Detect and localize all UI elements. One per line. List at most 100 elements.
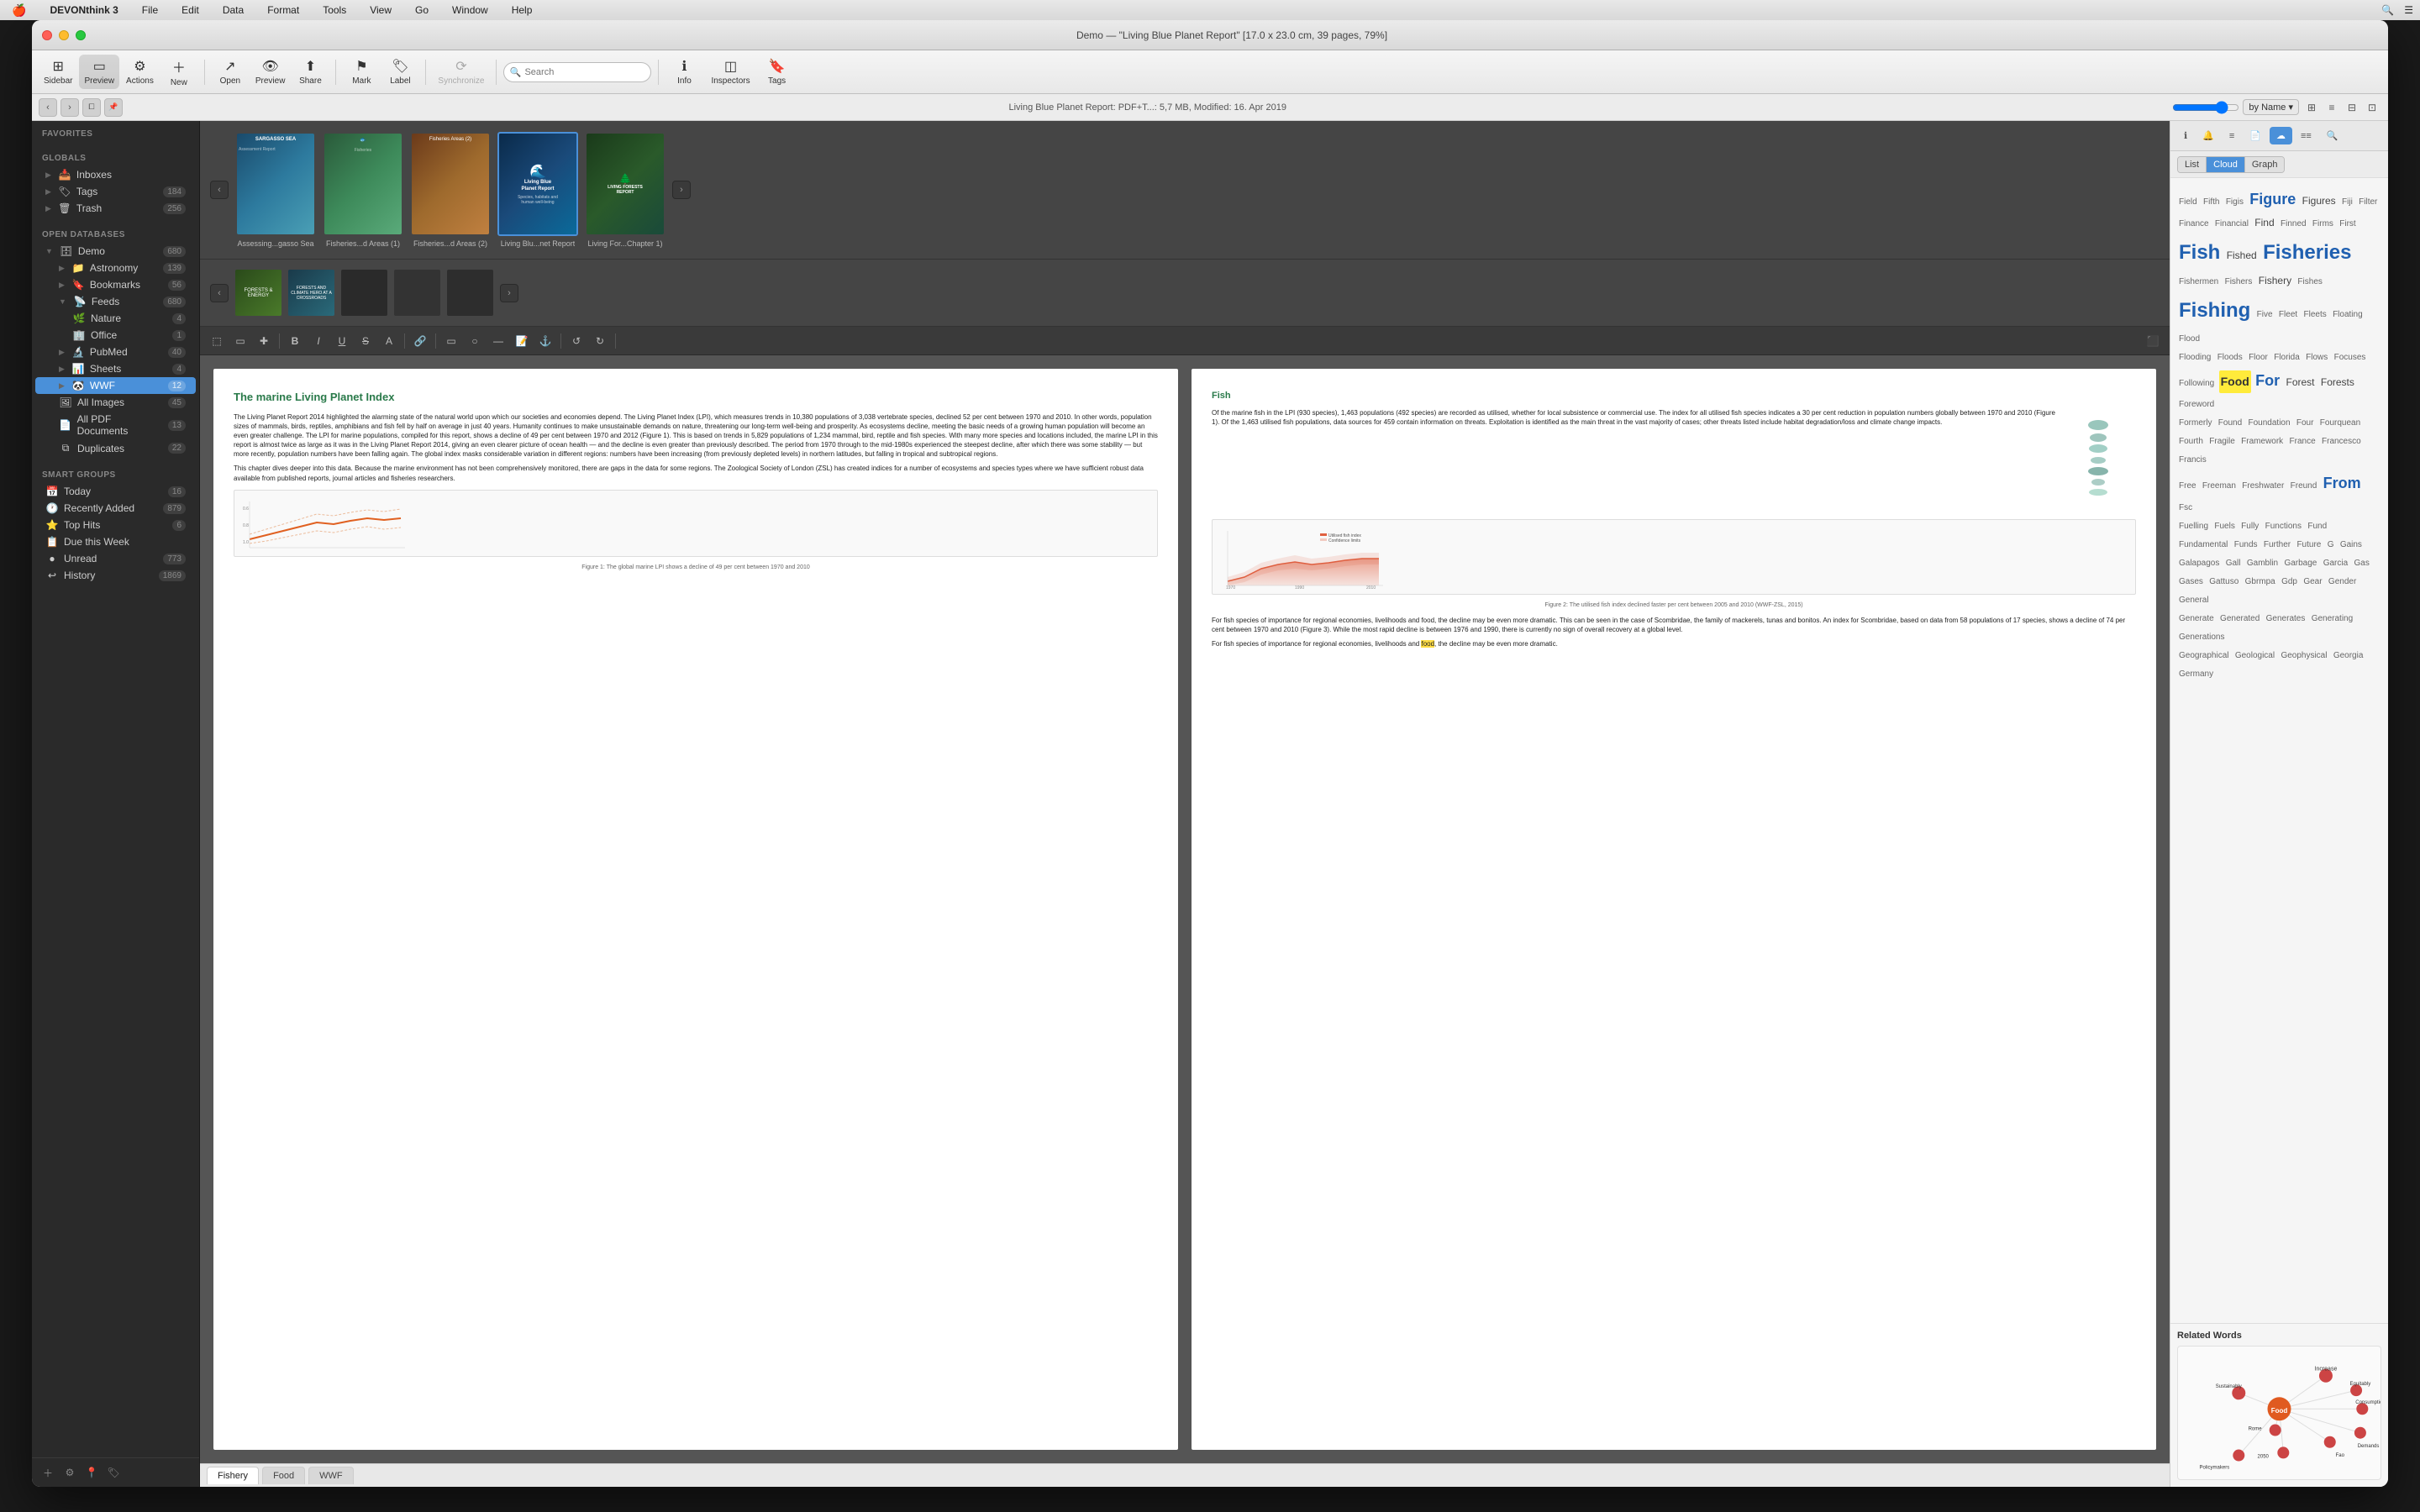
wc-foreword[interactable]: Foreword	[2177, 396, 2216, 413]
wc-gases[interactable]: Gases	[2177, 574, 2205, 591]
thumb-item-assessing[interactable]: SARGASSO SEA Assessment Report Assessing…	[235, 132, 316, 248]
doc-tab-food[interactable]: Food	[262, 1467, 305, 1484]
sidebar-item-recently-added[interactable]: 🕐 Recently Added 879	[35, 500, 196, 517]
tools-menu[interactable]: Tools	[318, 3, 351, 18]
wc-functions[interactable]: Functions	[2264, 518, 2303, 535]
rp-tab-list[interactable]: ≡	[2223, 128, 2241, 144]
wc-floating[interactable]: Floating	[2331, 307, 2365, 323]
wc-fished[interactable]: Fished	[2225, 246, 2259, 266]
wc-free[interactable]: Free	[2177, 478, 2198, 495]
wc-fiji[interactable]: Fiji	[2340, 194, 2354, 211]
help-menu[interactable]: Help	[507, 3, 538, 18]
layers-button[interactable]: ⧠	[82, 98, 101, 117]
wc-find[interactable]: Find	[2253, 213, 2275, 234]
wc-g[interactable]: G	[2326, 537, 2336, 554]
wc-field[interactable]: Field	[2177, 194, 2199, 211]
grid-view-button[interactable]: ⊞	[2302, 98, 2321, 117]
wc-following[interactable]: Following	[2177, 375, 2216, 392]
wc-fully[interactable]: Fully	[2239, 518, 2260, 535]
wc-gender[interactable]: Gender	[2327, 574, 2358, 591]
nav-forward-button[interactable]: ›	[60, 98, 79, 117]
sidebar-item-astronomy[interactable]: ▶ 📁 Astronomy 139	[35, 260, 196, 276]
wc-generates[interactable]: Generates	[2265, 611, 2307, 627]
edit-more-button[interactable]: ⬛	[2143, 331, 2163, 351]
edit-pan-button[interactable]: ✚	[254, 331, 274, 351]
sidebar-item-today[interactable]: 📅 Today 16	[35, 483, 196, 500]
nav-back-button[interactable]: ‹	[39, 98, 57, 117]
synchronize-button[interactable]: ⟳ Synchronize	[433, 55, 489, 89]
columns-view-button[interactable]: ⊟	[2343, 98, 2361, 117]
wc-geophysical[interactable]: Geophysical	[2279, 648, 2328, 664]
frame-button[interactable]: ▭	[441, 331, 461, 351]
rp-tab-cloud[interactable]: ☁	[2270, 127, 2292, 144]
format-menu[interactable]: Format	[262, 3, 304, 18]
tags-button[interactable]: 🔖 Tags	[759, 55, 796, 89]
wc-garcia[interactable]: Garcia	[2322, 555, 2349, 572]
wc-fund[interactable]: Fund	[2306, 518, 2328, 535]
edit-crop-button[interactable]: ▭	[230, 331, 250, 351]
settings-button[interactable]: ⚙	[60, 1463, 79, 1482]
sidebar-item-history[interactable]: ↩ History 1869	[35, 567, 196, 584]
sidebar-item-all-pdf[interactable]: 📄 All PDF Documents 13	[35, 411, 196, 439]
wc-freshwater[interactable]: Freshwater	[2240, 478, 2286, 495]
open-button[interactable]: ↗ Open	[212, 55, 249, 89]
wc-fishes[interactable]: Fishes	[2296, 274, 2323, 291]
wc-francesco[interactable]: Francesco	[2320, 433, 2363, 450]
fontsize-button[interactable]: A	[379, 331, 399, 351]
wc-future[interactable]: Future	[2295, 537, 2323, 554]
wc-funds[interactable]: Funds	[2233, 537, 2260, 554]
rp-tab-search[interactable]: 🔍	[2320, 127, 2345, 144]
italic-button[interactable]: I	[308, 331, 329, 351]
circle-button[interactable]: ○	[465, 331, 485, 351]
wc-gains[interactable]: Gains	[2338, 537, 2364, 554]
note-button[interactable]: 📝	[512, 331, 532, 351]
thumb2-item-4[interactable]	[394, 270, 440, 316]
inspectors-button[interactable]: ◫ Inspectors	[706, 55, 755, 89]
control-strip-icon[interactable]: ☰	[2404, 4, 2413, 16]
sidebar-item-top-hits[interactable]: ⭐ Top Hits 6	[35, 517, 196, 533]
actions-button[interactable]: ⚙ Actions	[121, 55, 159, 89]
window-menu[interactable]: Window	[447, 3, 493, 18]
wc-fourquean[interactable]: Fourquean	[2318, 415, 2362, 432]
thumbs-nav-prev[interactable]: ‹	[210, 181, 229, 199]
thumbs2-nav-prev[interactable]: ‹	[210, 284, 229, 302]
wc-fleet[interactable]: Fleet	[2277, 307, 2299, 323]
sidebar-item-bookmarks[interactable]: ▶ 🔖 Bookmarks 56	[35, 276, 196, 293]
wc-forests[interactable]: Forests	[2319, 373, 2356, 393]
thumb2-item-3[interactable]	[341, 270, 387, 316]
apple-menu[interactable]: 🍎	[7, 2, 31, 19]
sidebar-item-trash[interactable]: ▶ 🗑 Trash 256	[35, 200, 196, 217]
wc-gdp[interactable]: Gdp	[2280, 574, 2299, 591]
wc-foundation[interactable]: Foundation	[2247, 415, 2292, 432]
sidebar-item-duplicates[interactable]: ⧉ Duplicates 22	[35, 439, 196, 457]
strikethrough-button[interactable]: S	[355, 331, 376, 351]
wc-gbrmpa[interactable]: Gbrmpa	[2244, 574, 2277, 591]
wc-fragile[interactable]: Fragile	[2207, 433, 2237, 450]
rp-tab-format[interactable]: ≡≡	[2294, 128, 2318, 144]
wc-gall[interactable]: Gall	[2224, 555, 2243, 572]
info-button[interactable]: ℹ Info	[666, 55, 702, 89]
sidebar-item-all-images[interactable]: 🖼 All Images 45	[35, 394, 196, 411]
sidebar-toggle-button[interactable]: ⊞ Sidebar	[39, 55, 77, 89]
wc-further[interactable]: Further	[2262, 537, 2292, 554]
wc-fundamental[interactable]: Fundamental	[2177, 537, 2229, 554]
thumbs2-nav-next[interactable]: ›	[500, 284, 518, 302]
wc-fish[interactable]: Fish	[2177, 234, 2222, 271]
wc-five[interactable]: Five	[2255, 307, 2275, 323]
close-button[interactable]	[42, 30, 52, 40]
wc-fuels[interactable]: Fuels	[2212, 518, 2236, 535]
wc-figures[interactable]: Figures	[2301, 192, 2338, 212]
label-button[interactable]: 🏷 Label	[381, 55, 418, 89]
go-menu[interactable]: Go	[410, 3, 434, 18]
wc-from[interactable]: From	[2322, 469, 2363, 497]
rotate-left-button[interactable]: ↺	[566, 331, 587, 351]
widescreen-view-button[interactable]: ⊡	[2363, 98, 2381, 117]
thumb-item-living-blue[interactable]: 🌊 Living BluePlanet Report Species, habi…	[497, 132, 578, 248]
thumb-item-fisheries2[interactable]: Fisheries Areas (2) Fisheries...d Areas …	[410, 132, 491, 248]
new-button[interactable]: ＋ New	[160, 53, 197, 91]
wc-francis[interactable]: Francis	[2177, 452, 2208, 469]
tag-filter-button[interactable]: 🏷	[104, 1463, 123, 1482]
wc-garbage[interactable]: Garbage	[2282, 555, 2318, 572]
thumb2-item-5[interactable]	[447, 270, 493, 316]
wc-fifth[interactable]: Fifth	[2202, 194, 2221, 211]
